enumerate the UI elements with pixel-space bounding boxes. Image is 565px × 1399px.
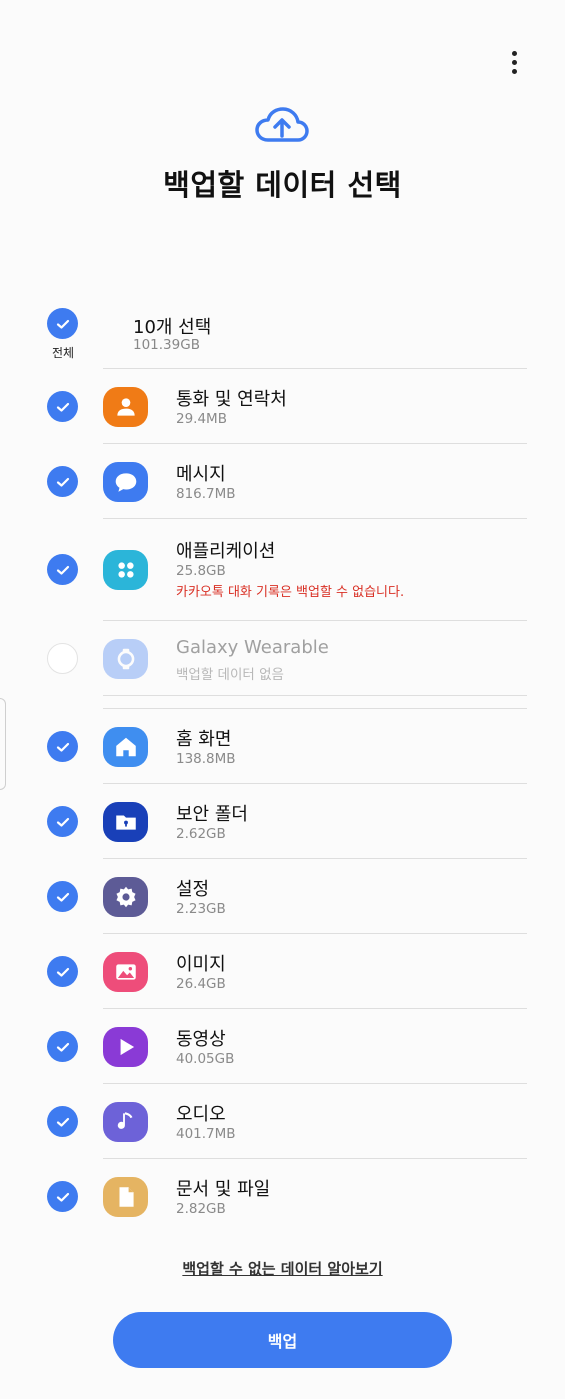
item-title: 이미지: [176, 954, 226, 975]
item-title: 오디오: [176, 1104, 226, 1125]
check-icon: [56, 967, 69, 977]
item-title: 메시지: [176, 464, 226, 485]
list-item[interactable]: 메시지 816.7MB: [0, 444, 565, 519]
audio-icon: [103, 1102, 148, 1142]
check-icon: [56, 1117, 69, 1127]
selected-count: 10개 선택: [133, 317, 212, 338]
item-title: 설정: [176, 879, 210, 900]
item-checkbox[interactable]: [47, 554, 78, 585]
list-item[interactable]: 이미지 26.4GB: [0, 934, 565, 1009]
item-size: 138.8MB: [176, 751, 236, 767]
list-item[interactable]: 홈 화면 138.8MB: [0, 709, 565, 784]
item-size: 2.82GB: [176, 1201, 226, 1217]
item-size: 25.8GB: [176, 563, 226, 579]
contact-icon: [103, 387, 148, 427]
gear-icon: [103, 877, 148, 917]
item-size: 816.7MB: [176, 486, 236, 502]
item-checkbox[interactable]: [47, 1181, 78, 1212]
check-icon: [56, 1192, 69, 1202]
list-item[interactable]: 통화 및 연락처 29.4MB: [0, 369, 565, 444]
item-checkbox[interactable]: [47, 731, 78, 762]
item-title: 통화 및 연락처: [176, 389, 287, 410]
list-item[interactable]: 문서 및 파일 2.82GB: [0, 1159, 565, 1234]
item-size: 2.23GB: [176, 901, 226, 917]
item-checkbox: [47, 643, 78, 674]
item-size: 40.05GB: [176, 1051, 235, 1067]
cloud-upload-icon: [255, 107, 309, 142]
list-item[interactable]: 설정 2.23GB: [0, 859, 565, 934]
check-icon: [56, 742, 69, 752]
check-icon: [56, 817, 69, 827]
more-vertical-icon: [511, 50, 517, 56]
select-all-label: 전체: [51, 346, 75, 360]
item-title: 보안 폴더: [176, 804, 248, 825]
item-size: 2.62GB: [176, 826, 226, 842]
item-size: 401.7MB: [176, 1126, 236, 1142]
item-title: 동영상: [176, 1029, 226, 1050]
list-item[interactable]: 보안 폴더 2.62GB: [0, 784, 565, 859]
item-checkbox[interactable]: [47, 806, 78, 837]
image-icon: [103, 952, 148, 992]
learn-more-link[interactable]: 백업할 수 없는 데이터 알아보기: [0, 1258, 565, 1279]
watch-icon: [103, 639, 148, 679]
list-item[interactable]: 애플리케이션 25.8GB 카카오톡 대화 기록은 백업할 수 없습니다.: [0, 519, 565, 621]
home-icon: [103, 727, 148, 767]
check-icon: [56, 477, 69, 487]
item-checkbox[interactable]: [47, 391, 78, 422]
apps-icon: [103, 550, 148, 590]
item-checkbox[interactable]: [47, 956, 78, 987]
selected-total-size: 101.39GB: [133, 337, 200, 353]
item-checkbox[interactable]: [47, 881, 78, 912]
item-checkbox[interactable]: [47, 1106, 78, 1137]
list-item: Galaxy Wearable 백업할 데이터 없음: [0, 621, 565, 696]
check-icon: [56, 1042, 69, 1052]
item-title: 문서 및 파일: [176, 1179, 271, 1200]
select-all-checkbox[interactable]: [47, 308, 78, 339]
item-size: 29.4MB: [176, 411, 227, 427]
check-icon: [56, 402, 69, 412]
select-all-row[interactable]: 전체 10개 선택 101.39GB: [0, 300, 565, 368]
check-icon: [56, 892, 69, 902]
item-title: Galaxy Wearable: [176, 637, 329, 658]
more-options-button[interactable]: [496, 44, 532, 80]
item-checkbox[interactable]: [47, 1031, 78, 1062]
backup-button[interactable]: 백업: [113, 1312, 452, 1368]
item-size: 백업할 데이터 없음: [176, 667, 284, 683]
message-icon: [103, 462, 148, 502]
video-icon: [103, 1027, 148, 1067]
item-warning: 카카오톡 대화 기록은 백업할 수 없습니다.: [176, 585, 405, 600]
item-title: 홈 화면: [176, 729, 232, 750]
list-item[interactable]: 오디오 401.7MB: [0, 1084, 565, 1159]
secure-folder-icon: [103, 802, 148, 842]
item-checkbox[interactable]: [47, 466, 78, 497]
document-icon: [103, 1177, 148, 1217]
list-item[interactable]: 동영상 40.05GB: [0, 1009, 565, 1084]
check-icon: [56, 565, 69, 575]
check-icon: [56, 319, 69, 329]
item-size: 26.4GB: [176, 976, 226, 992]
item-title: 애플리케이션: [176, 541, 276, 562]
page-title: 백업할 데이터 선택: [163, 168, 402, 202]
list-divider: [103, 695, 527, 696]
